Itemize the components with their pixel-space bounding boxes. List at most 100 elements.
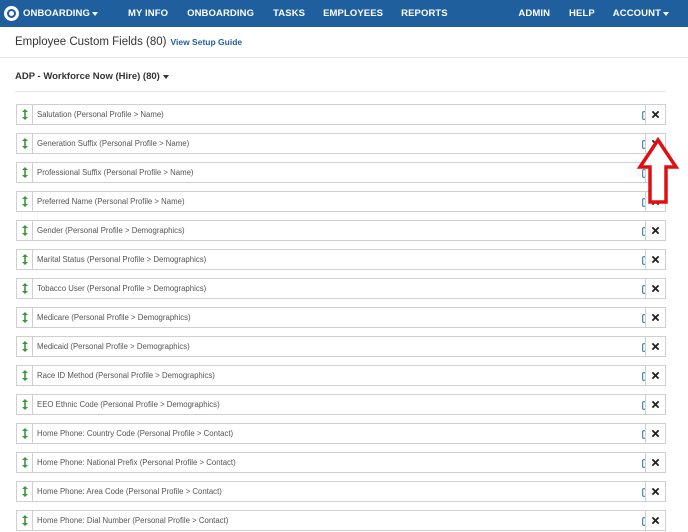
brand-logo-icon[interactable] (4, 6, 19, 21)
field-item: Tobacco User (Personal Profile > Demogra… (32, 278, 660, 299)
chevron-down-icon (663, 11, 669, 16)
page-header: Employee Custom Fields (80) View Setup G… (15, 36, 242, 48)
field-item: Generation Suffix (Personal Profile > Na… (32, 133, 660, 154)
close-icon (652, 227, 659, 234)
drag-handle[interactable] (16, 307, 32, 328)
delete-field-button[interactable] (645, 365, 666, 386)
drag-handle[interactable] (16, 191, 32, 212)
close-icon (652, 285, 659, 292)
drag-handle[interactable] (16, 510, 32, 531)
drag-handle[interactable] (16, 162, 32, 183)
drag-handle[interactable] (16, 104, 32, 125)
custom-field-row: Home Phone: Dial Number (Personal Profil… (16, 510, 666, 531)
up-down-arrow-icon (21, 254, 28, 265)
section-divider (15, 91, 666, 92)
field-label: Home Phone: National Prefix (Personal Pr… (37, 458, 236, 467)
close-icon (652, 343, 659, 350)
view-setup-guide-link[interactable]: View Setup Guide (170, 37, 242, 47)
field-label: Home Phone: Country Code (Personal Profi… (37, 429, 234, 438)
close-icon (652, 488, 659, 495)
custom-field-row: EEO Ethnic Code (Personal Profile > Demo… (16, 394, 666, 415)
field-item: Home Phone: Country Code (Personal Profi… (32, 423, 660, 444)
custom-field-row: Marital Status (Personal Profile > Demog… (16, 249, 666, 270)
up-down-arrow-icon (21, 138, 28, 149)
nav-account-dropdown[interactable]: ACCOUNT (613, 0, 669, 27)
red-up-arrow-annotation-icon (636, 137, 680, 204)
delete-field-button[interactable] (645, 336, 666, 357)
up-down-arrow-icon (21, 515, 28, 526)
close-icon (652, 314, 659, 321)
field-label: Gender (Personal Profile > Demographics) (37, 226, 185, 235)
field-label: Professional Suffix (Personal Profile > … (37, 168, 194, 177)
up-down-arrow-icon (21, 399, 28, 410)
drag-handle[interactable] (16, 278, 32, 299)
up-down-arrow-icon (21, 486, 28, 497)
custom-field-row: Medicare (Personal Profile > Demographic… (16, 307, 666, 328)
custom-field-row: Home Phone: Area Code (Personal Profile … (16, 481, 666, 502)
custom-field-row: Preferred Name (Personal Profile > Name) (16, 191, 666, 212)
field-item: Home Phone: Dial Number (Personal Profil… (32, 510, 660, 531)
nav-admin[interactable]: ADMIN (518, 0, 550, 27)
field-item: Marital Status (Personal Profile > Demog… (32, 249, 660, 270)
custom-field-row: Salutation (Personal Profile > Name) (16, 104, 666, 125)
up-down-arrow-icon (21, 109, 28, 120)
up-down-arrow-icon (21, 428, 28, 439)
delete-field-button[interactable] (645, 481, 666, 502)
delete-field-button[interactable] (645, 307, 666, 328)
field-item: Gender (Personal Profile > Demographics) (32, 220, 660, 241)
up-down-arrow-icon (21, 341, 28, 352)
up-down-arrow-icon (21, 312, 28, 323)
close-icon (652, 459, 659, 466)
field-label: Home Phone: Area Code (Personal Profile … (37, 487, 222, 496)
nav-onboarding[interactable]: ONBOARDING (187, 0, 254, 27)
field-item: Medicare (Personal Profile > Demographic… (32, 307, 660, 328)
drag-handle[interactable] (16, 220, 32, 241)
delete-field-button[interactable] (645, 278, 666, 299)
drag-handle[interactable] (16, 481, 32, 502)
field-label: Generation Suffix (Personal Profile > Na… (37, 139, 190, 148)
nav-account-label: ACCOUNT (612, 8, 661, 19)
delete-field-button[interactable] (645, 220, 666, 241)
drag-handle[interactable] (16, 423, 32, 444)
integration-section-dropdown[interactable]: ADP - Workforce Now (Hire) (80) (15, 71, 169, 82)
field-item: Preferred Name (Personal Profile > Name) (32, 191, 660, 212)
drag-handle[interactable] (16, 394, 32, 415)
delete-field-button[interactable] (645, 249, 666, 270)
up-down-arrow-icon (21, 457, 28, 468)
delete-field-button[interactable] (645, 452, 666, 473)
delete-field-button[interactable] (645, 104, 666, 125)
delete-field-button[interactable] (645, 510, 666, 531)
delete-field-button[interactable] (645, 394, 666, 415)
drag-handle[interactable] (16, 249, 32, 270)
field-label: Home Phone: Dial Number (Personal Profil… (37, 516, 229, 525)
custom-field-row: Gender (Personal Profile > Demographics) (16, 220, 666, 241)
field-label: Marital Status (Personal Profile > Demog… (37, 255, 207, 264)
field-item: Medicaid (Personal Profile > Demographic… (32, 336, 660, 357)
close-icon (652, 430, 659, 437)
up-down-arrow-icon (21, 167, 28, 178)
custom-field-row: Tobacco User (Personal Profile > Demogra… (16, 278, 666, 299)
top-nav-bar: ONBOARDING MY INFO ONBOARDING TASKS EMPL… (0, 0, 688, 27)
drag-handle[interactable] (16, 452, 32, 473)
header-divider (0, 57, 688, 58)
drag-handle[interactable] (16, 365, 32, 386)
field-item: Professional Suffix (Personal Profile > … (32, 162, 660, 183)
up-down-arrow-icon (21, 283, 28, 294)
nav-reports[interactable]: REPORTS (401, 0, 448, 27)
drag-handle[interactable] (16, 133, 32, 154)
nav-help[interactable]: HELP (569, 0, 595, 27)
field-label: Medicare (Personal Profile > Demographic… (37, 313, 191, 322)
up-down-arrow-icon (21, 225, 28, 236)
drag-handle[interactable] (16, 336, 32, 357)
nav-tasks[interactable]: TASKS (273, 0, 305, 27)
delete-field-button[interactable] (645, 423, 666, 444)
custom-field-row: Generation Suffix (Personal Profile > Na… (16, 133, 666, 154)
field-label: EEO Ethnic Code (Personal Profile > Demo… (37, 400, 220, 409)
nav-brand-dropdown[interactable]: ONBOARDING (23, 0, 98, 27)
close-icon (652, 401, 659, 408)
close-icon (652, 372, 659, 379)
nav-brand-label: ONBOARDING (23, 8, 90, 19)
nav-my-info[interactable]: MY INFO (128, 0, 168, 27)
nav-employees[interactable]: EMPLOYEES (323, 0, 383, 27)
page-title: Employee Custom Fields (80) (15, 36, 167, 48)
